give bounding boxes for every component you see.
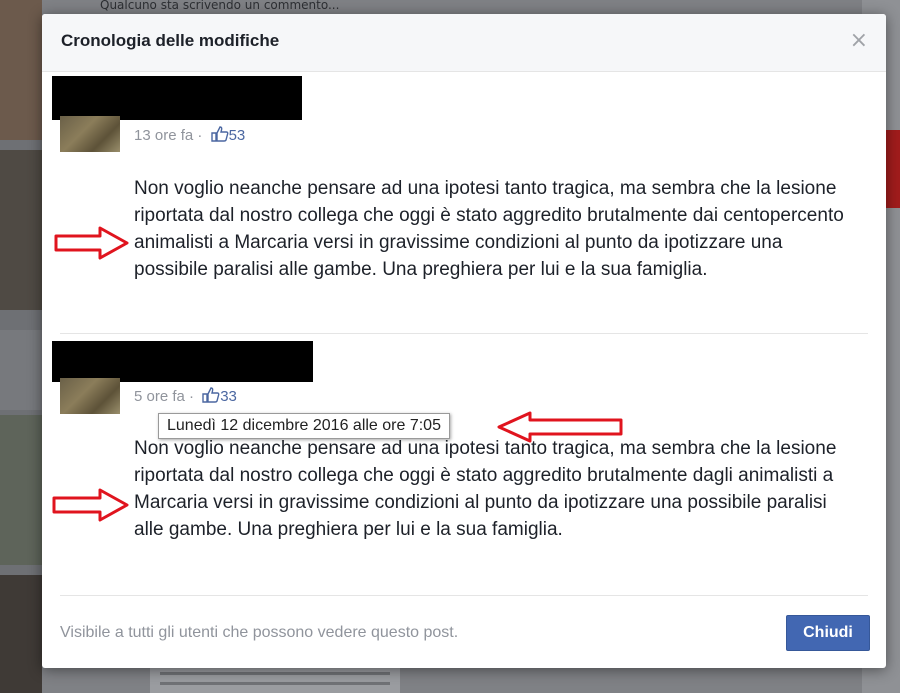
revision-divider bbox=[60, 333, 868, 334]
redacted-author-name bbox=[52, 76, 302, 120]
background-comment-typing-indicator: Qualcuno sta scrivendo un commento... bbox=[100, 0, 340, 12]
background-photo bbox=[0, 415, 42, 565]
meta-separator: · bbox=[189, 388, 195, 405]
footer-divider bbox=[60, 595, 868, 596]
annotation-arrow-left-icon bbox=[497, 411, 623, 443]
timestamp-tooltip: Lunedì 12 dicembre 2016 alle ore 7:05 bbox=[158, 413, 450, 439]
background-note-line bbox=[160, 672, 390, 675]
like-count[interactable]: 53 bbox=[229, 127, 246, 144]
revision-time[interactable]: 5 ore fa bbox=[134, 388, 185, 405]
avatar[interactable] bbox=[60, 116, 120, 152]
avatar[interactable] bbox=[60, 378, 120, 414]
background-photo bbox=[0, 0, 42, 140]
thumbs-up-icon bbox=[202, 387, 220, 403]
background-note bbox=[150, 665, 400, 693]
visibility-note: Visibile a tutti gli utenti che possono … bbox=[60, 624, 459, 641]
revision-text: Non voglio neanche pensare ad una ipotes… bbox=[134, 178, 844, 280]
annotation-arrow-right-icon bbox=[54, 226, 129, 260]
background-note-line bbox=[160, 682, 390, 685]
redacted-author-name bbox=[52, 341, 313, 382]
background-photo bbox=[0, 330, 42, 410]
background-photo bbox=[0, 575, 42, 693]
background-red-banner bbox=[886, 130, 900, 208]
revision-text: Non voglio neanche pensare ad una ipotes… bbox=[134, 438, 837, 540]
close-icon[interactable]: × bbox=[850, 29, 868, 53]
dialog-header: Cronologia delle modifiche × bbox=[42, 14, 886, 72]
background-photo bbox=[0, 150, 42, 310]
meta-separator: · bbox=[197, 127, 203, 144]
revision-meta: 13 ore fa · 53 bbox=[134, 126, 245, 144]
revision-meta: 5 ore fa · 33 bbox=[134, 387, 237, 405]
dialog-title: Cronologia delle modifiche bbox=[61, 31, 280, 50]
revision-time[interactable]: 13 ore fa bbox=[134, 127, 193, 144]
edit-history-dialog: Cronologia delle modifiche × 13 ore fa ·… bbox=[42, 14, 886, 668]
annotation-arrow-right-icon bbox=[52, 488, 129, 522]
like-count[interactable]: 33 bbox=[220, 388, 237, 405]
close-button[interactable]: Chiudi bbox=[786, 615, 870, 651]
thumbs-up-icon bbox=[210, 126, 229, 142]
